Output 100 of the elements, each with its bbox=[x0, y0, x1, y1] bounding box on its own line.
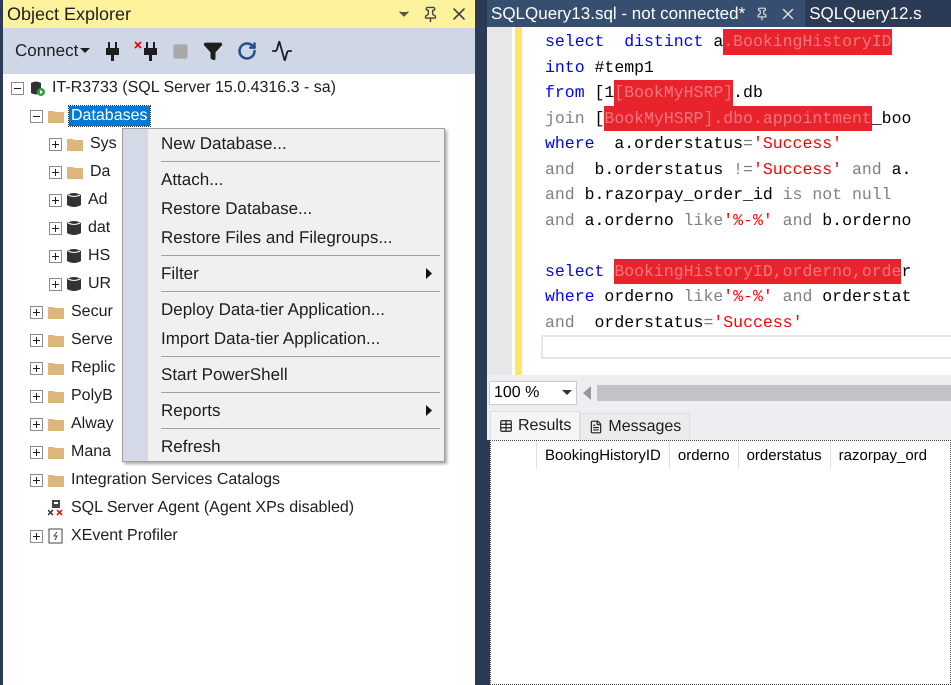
menu-item[interactable]: Deploy Data-tier Application... bbox=[148, 295, 440, 324]
expand-icon[interactable] bbox=[30, 334, 43, 346]
code-text: 'Success' bbox=[752, 158, 842, 180]
menu-item[interactable]: Import Data-tier Application... bbox=[148, 324, 440, 353]
expand-icon[interactable] bbox=[49, 250, 62, 262]
redacted-code: BookMyHSRP].dbo.appointment bbox=[604, 106, 872, 131]
column-header: orderstatus bbox=[738, 441, 830, 469]
database-icon bbox=[67, 276, 81, 292]
pin-icon[interactable] bbox=[422, 6, 439, 22]
activity-icon[interactable] bbox=[271, 40, 294, 62]
tree-node[interactable]: XEvent Profiler bbox=[69, 526, 180, 546]
code-text: into bbox=[545, 56, 585, 78]
code-text: a bbox=[712, 31, 724, 53]
tree-node[interactable]: HS bbox=[86, 246, 112, 266]
menu-item[interactable]: Filter bbox=[148, 259, 440, 288]
code-text: != bbox=[733, 158, 753, 180]
tree-node[interactable]: Alway bbox=[69, 414, 116, 434]
server-icon bbox=[29, 80, 45, 96]
tree-node[interactable]: Serve bbox=[69, 330, 115, 350]
folder-icon bbox=[48, 473, 64, 487]
menu-item[interactable]: Restore Files and Filegroups... bbox=[148, 223, 440, 252]
collapse-icon[interactable] bbox=[30, 110, 43, 122]
results-tab[interactable]: Messages bbox=[580, 413, 690, 440]
submenu-arrow-icon bbox=[426, 268, 432, 279]
plug-icon[interactable] bbox=[106, 40, 120, 62]
menu-item[interactable]: New Database... bbox=[148, 129, 440, 158]
code-text: orderno bbox=[603, 286, 675, 308]
column-header: razorpay_ord bbox=[830, 441, 936, 469]
code-text: where bbox=[545, 286, 595, 308]
expand-icon[interactable] bbox=[49, 166, 62, 178]
database-icon bbox=[67, 192, 81, 208]
tree-node[interactable]: dat bbox=[86, 218, 112, 238]
expand-icon[interactable] bbox=[49, 222, 62, 234]
expand-icon[interactable] bbox=[49, 194, 62, 206]
refresh-icon[interactable] bbox=[237, 41, 258, 61]
database-icon bbox=[67, 248, 81, 264]
code-text: and bbox=[545, 312, 575, 334]
redacted-code: [BookMyHSRP] bbox=[614, 80, 734, 106]
agent-disabled-icon bbox=[48, 500, 64, 516]
tree-node[interactable]: Sys bbox=[88, 134, 119, 154]
tree-node[interactable]: IT-R3733 (SQL Server 15.0.4316.3 - sa) bbox=[50, 78, 338, 98]
code-text: and bbox=[545, 184, 575, 206]
pin-icon[interactable] bbox=[755, 6, 770, 20]
disconnect-plug-icon[interactable] bbox=[134, 40, 158, 62]
expand-icon[interactable] bbox=[30, 306, 43, 318]
expand-icon[interactable] bbox=[30, 474, 43, 486]
folder-icon bbox=[48, 389, 64, 403]
code-text: and bbox=[782, 286, 812, 308]
zoom-select[interactable]: 100 % bbox=[489, 380, 577, 404]
expand-icon[interactable] bbox=[30, 446, 43, 458]
menu-item[interactable]: Attach... bbox=[148, 165, 440, 194]
code-text: and bbox=[782, 210, 812, 232]
caret-icon bbox=[562, 390, 572, 396]
code-text: like bbox=[684, 210, 724, 232]
folder-icon bbox=[48, 109, 64, 123]
tree-node[interactable]: PolyB bbox=[69, 386, 115, 406]
tree-node[interactable]: Replic bbox=[69, 358, 118, 378]
tree-node[interactable]: Ad bbox=[86, 190, 110, 210]
tree-node[interactable]: Da bbox=[88, 162, 112, 182]
code-text: is not null bbox=[782, 184, 892, 206]
tree-node[interactable]: Mana bbox=[69, 442, 114, 462]
horizontal-scrollbar[interactable] bbox=[597, 384, 951, 400]
expand-icon[interactable] bbox=[49, 138, 62, 150]
tree-node[interactable]: UR bbox=[86, 274, 114, 294]
menu-item[interactable]: Restore Database... bbox=[148, 194, 440, 223]
submenu-arrow-icon bbox=[426, 405, 432, 416]
code-text: select distinct bbox=[545, 31, 704, 53]
results-tab[interactable]: Results bbox=[490, 411, 580, 440]
tree-node[interactable]: SQL Server Agent (Agent XPs disabled) bbox=[69, 498, 356, 518]
connect-button[interactable]: Connect bbox=[13, 39, 92, 63]
code-text: and bbox=[545, 158, 575, 180]
menu-item[interactable]: Reports bbox=[148, 396, 440, 425]
filter-icon[interactable] bbox=[203, 41, 224, 61]
redacted-code: BookingHistoryID,orderno,orde bbox=[614, 258, 902, 284]
code-text: b.orderstatus bbox=[594, 158, 724, 180]
code-text: a. bbox=[890, 158, 912, 180]
code-text: 'Success' bbox=[713, 312, 802, 334]
expand-icon[interactable] bbox=[30, 390, 43, 402]
tree-node[interactable]: Integration Services Catalogs bbox=[69, 470, 282, 490]
panel-title: Object Explorer bbox=[7, 4, 132, 24]
messages-icon bbox=[589, 420, 604, 434]
expand-icon[interactable] bbox=[30, 530, 43, 542]
expand-icon[interactable] bbox=[30, 418, 43, 430]
code-text: and bbox=[850, 158, 882, 180]
expand-icon[interactable] bbox=[49, 278, 62, 290]
code-text: = bbox=[743, 133, 753, 155]
code-text: [1 bbox=[594, 82, 614, 104]
code-text: = bbox=[703, 312, 714, 334]
expand-icon[interactable] bbox=[30, 362, 43, 374]
code-text: where bbox=[545, 133, 595, 155]
menu-item[interactable]: Start PowerShell bbox=[148, 360, 440, 389]
editor-tab[interactable]: SQLQuery13.sql - not connected* bbox=[487, 0, 806, 27]
code-text: orderstat bbox=[821, 286, 912, 308]
folder-icon bbox=[48, 445, 64, 459]
redacted-code: .BookingHistoryID bbox=[723, 29, 892, 54]
tree-node[interactable]: Secur bbox=[69, 302, 115, 322]
tree-node[interactable]: Databases bbox=[69, 106, 150, 126]
code-text: .db bbox=[733, 82, 763, 104]
menu-item[interactable]: Refresh bbox=[148, 432, 440, 461]
collapse-icon[interactable] bbox=[11, 82, 24, 94]
